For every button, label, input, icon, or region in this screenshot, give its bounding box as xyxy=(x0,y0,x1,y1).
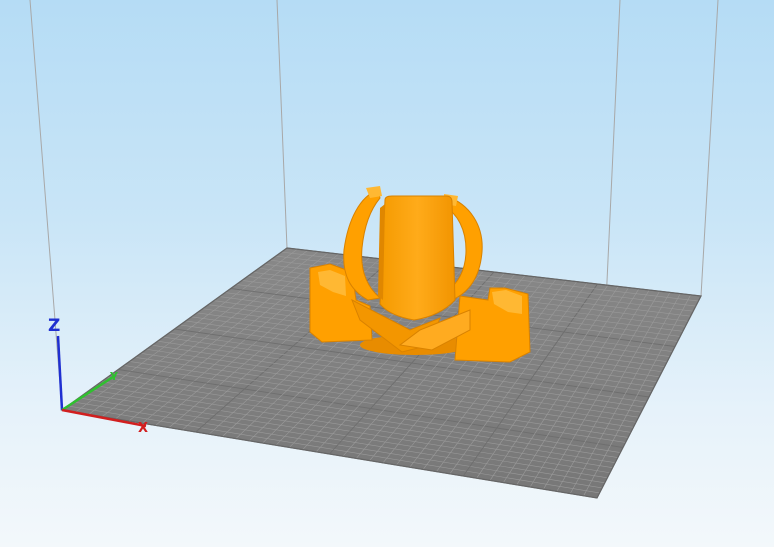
axis-z-line xyxy=(56,335,64,411)
volume-edge-back-center xyxy=(276,0,288,249)
volume-edge-back-left xyxy=(29,0,63,411)
axis-z-label: Z xyxy=(48,316,60,336)
axis-x-label: X xyxy=(138,421,148,436)
volume-edge-right-back xyxy=(700,0,719,297)
scene-canvas[interactable]: Z Y X xyxy=(0,0,774,547)
3d-viewport[interactable]: Z Y X xyxy=(0,0,774,547)
model-back-plate xyxy=(379,195,456,321)
axis-y-label: Y xyxy=(109,370,119,383)
